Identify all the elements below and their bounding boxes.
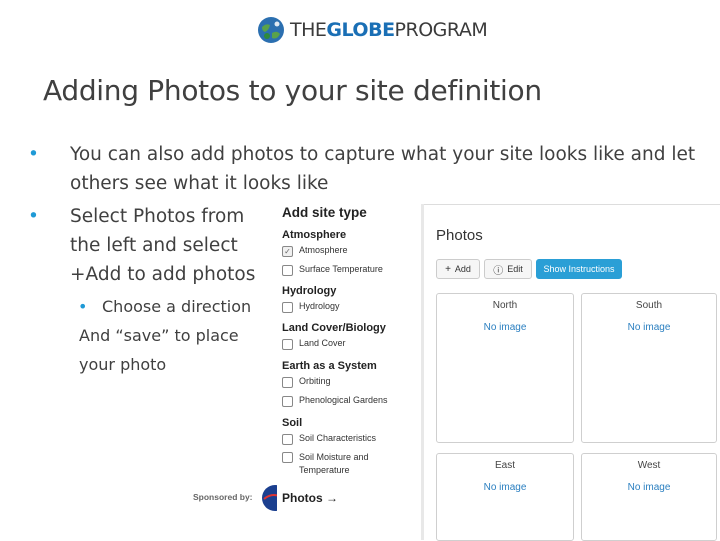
category-atmosphere: Atmosphere [282,229,347,241]
info-icon: ⓘ [493,265,504,277]
bullet-text: You can also add photos to capture what … [70,144,696,194]
panel-title: Add site type [282,205,367,220]
category-earth-as-a-system: Earth as a System [282,360,377,372]
direction-label: East [494,460,515,471]
no-image-text: No image [483,322,527,333]
checkbox-checked-icon[interactable]: ✓ [282,246,293,257]
add-site-type-panel: Add site type Atmosphere ✓ Atmosphere Sur… [274,202,420,540]
no-image-text: No image [627,482,671,493]
edit-photo-button[interactable]: ⓘ Edit [484,259,532,279]
no-image-text: No image [627,322,671,333]
bullet-marker: • [28,144,39,165]
option-surface-temperature[interactable]: Surface Temperature [282,264,383,276]
sponsor-label: Sponsored by: [193,492,253,502]
plus-icon: + [445,263,451,275]
direction-label: South [635,300,663,311]
nasa-logo-icon [262,485,277,511]
photo-card-east[interactable]: East No image [436,453,574,541]
checkbox-icon[interactable] [282,377,293,388]
category-soil: Soil [282,417,303,429]
checkbox-icon[interactable] [282,396,293,407]
sub-bullet-text: Choose a direction And “save” to place yo… [79,297,252,374]
photo-card-south[interactable]: South No image [581,293,717,443]
option-atmosphere[interactable]: ✓ Atmosphere [282,245,348,257]
photos-heading: Photos [436,227,483,244]
show-instructions-button[interactable]: Show Instructions [536,259,622,279]
option-soil-characteristics[interactable]: Soil Characteristics [282,433,376,445]
bullet-text: Select Photos from the left and select +… [70,206,256,285]
globe-icon [258,17,284,43]
option-land-cover[interactable]: Land Cover [282,338,346,350]
checkbox-icon[interactable] [282,265,293,276]
option-phenological-gardens[interactable]: Phenological Gardens [282,395,388,407]
option-orbiting[interactable]: Orbiting [282,376,331,388]
logo-wordmark: THEGLOBEPROGRAM [290,19,488,41]
category-hydrology: Hydrology [282,285,337,297]
photos-panel: Photos + Add ⓘ Edit Show Instructions Nort… [424,204,720,541]
direction-label: North [492,300,518,311]
checkbox-icon[interactable] [282,434,293,445]
direction-label: West [637,460,661,471]
checkbox-icon[interactable] [282,302,293,313]
slide-title: Adding Photos to your site definition [43,74,542,107]
globe-program-logo: THEGLOBEPROGRAM [256,14,488,46]
option-hydrology[interactable]: Hydrology [282,301,340,313]
no-image-text: No image [483,482,527,493]
option-soil-moisture[interactable]: Soil Moisture and Temperature [282,451,382,477]
add-photo-button[interactable]: + Add [436,259,480,279]
photos-nav-link[interactable]: Photos → [282,491,338,505]
category-land-cover-biology: Land Cover/Biology [282,322,386,334]
checkbox-icon[interactable] [282,452,293,463]
checkbox-icon[interactable] [282,339,293,350]
photo-card-north[interactable]: North No image [436,293,574,443]
bullet-marker: • [28,206,39,227]
photo-card-west[interactable]: West No image [581,453,717,541]
